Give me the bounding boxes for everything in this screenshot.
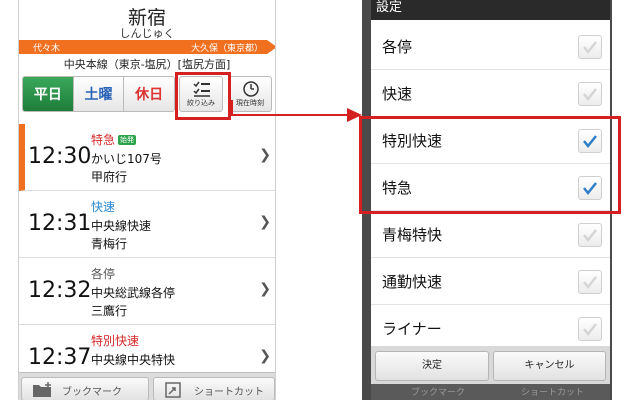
departure-time: 12:32 (28, 278, 92, 303)
background-bookmark-label: ブックマーク (411, 388, 466, 398)
previous-station[interactable]: 代々木 (33, 41, 60, 54)
red-arrow-connector (231, 100, 362, 122)
option-checkbox[interactable] (578, 223, 602, 247)
train-kind: 各停 (91, 267, 116, 281)
option-rapid[interactable]: 快速 (371, 71, 610, 117)
bookmark-label: ブックマーク (62, 387, 122, 398)
option-checkbox[interactable] (578, 317, 602, 341)
option-local[interactable]: 各停 (371, 24, 610, 70)
departure-row[interactable]: 各停 12:32 中央総武線各停 三鷹行 ❯ (19, 258, 275, 325)
filter-highlight-box (175, 72, 231, 120)
background-bottom-bar: ブックマーク ショートカット (371, 384, 610, 400)
departure-time: 12:30 (28, 144, 92, 169)
train-kind: 快速 (91, 200, 116, 214)
chevron-right-icon: ❯ (259, 348, 271, 364)
background-shortcut-label: ショートカット (521, 388, 585, 398)
tab-holiday[interactable]: 休日 (124, 77, 174, 111)
check-icon (583, 323, 597, 337)
cancel-button[interactable]: キャンセル (493, 351, 606, 381)
departure-row[interactable]: 快速 12:31 中央線快速 青梅行 ❯ (19, 191, 275, 258)
option-checkbox[interactable] (578, 35, 602, 59)
dialog-title: 設定 (371, 0, 610, 20)
option-label: 快速 (382, 85, 413, 103)
shortcut-icon (165, 382, 181, 398)
check-icon (583, 41, 597, 55)
timetable-screen: 新宿 しんじゅく 代々木 大久保（東京都） 中央本線（東京-塩尻）[塩尻方面] … (18, 0, 276, 400)
dialog-footer: 決定 キャンセル (371, 346, 610, 384)
train-kind-text: 特急 (91, 133, 116, 147)
option-checkbox[interactable] (578, 270, 602, 294)
check-icon (583, 276, 597, 290)
clock-icon (243, 81, 259, 97)
chevron-right-icon: ❯ (259, 214, 271, 230)
departure-row[interactable]: 特急 始発 12:30 かいじ107号 甲府行 ❯ (19, 124, 275, 191)
next-station[interactable]: 大久保（東京都） (191, 41, 263, 54)
confirm-button[interactable]: 決定 (375, 351, 489, 381)
option-commuter-rapid[interactable]: 通勤快速 (371, 259, 610, 305)
option-label: 通勤快速 (382, 273, 443, 291)
bookmark-button[interactable]: ブックマーク (21, 377, 149, 400)
departure-list: 特急 始発 12:30 かいじ107号 甲府行 ❯ 快速 12:31 中央線快速 … (19, 124, 275, 392)
check-icon (583, 88, 597, 102)
line-direction: 中央本線（東京-塩尻）[塩尻方面] (63, 58, 231, 71)
shortcut-label: ショートカット (194, 387, 264, 398)
train-name: かいじ107号 (91, 152, 162, 166)
folder-add-icon (33, 382, 51, 397)
option-liner[interactable]: ライナー (371, 306, 610, 346)
option-ome-special[interactable]: 青梅特快 (371, 212, 610, 258)
bottom-toolbar: ブックマーク ショートカット (19, 372, 275, 400)
train-name: 中央総武線各停 (91, 286, 176, 300)
destination: 甲府行 (91, 170, 128, 184)
train-kind: 特別快速 (91, 334, 140, 348)
shortcut-button[interactable]: ショートカット (153, 377, 275, 400)
day-type-tabs: 平日 土曜 休日 (22, 76, 175, 112)
train-name: 中央線中央特快 (91, 353, 176, 367)
train-kind: 特急 始発 (91, 131, 137, 148)
departure-time: 12:31 (28, 211, 92, 236)
train-name: 中央線快速 (91, 219, 152, 233)
chevron-right-icon: ❯ (259, 147, 271, 163)
option-label: 青梅特快 (382, 226, 443, 244)
chevron-right-icon: ❯ (259, 281, 271, 297)
destination: 三鷹行 (91, 304, 128, 318)
option-checkbox[interactable] (578, 82, 602, 106)
station-reading: しんじゅく (119, 27, 175, 40)
origin-badge: 始発 (118, 135, 137, 145)
check-icon (583, 229, 597, 243)
departure-time: 12:37 (28, 345, 92, 370)
destination: 青梅行 (91, 237, 128, 251)
tab-saturday[interactable]: 土曜 (73, 77, 125, 111)
option-label: 各停 (382, 38, 413, 56)
selected-options-highlight-box (359, 116, 621, 214)
tab-weekday[interactable]: 平日 (23, 77, 74, 111)
option-label: ライナー (382, 320, 442, 338)
